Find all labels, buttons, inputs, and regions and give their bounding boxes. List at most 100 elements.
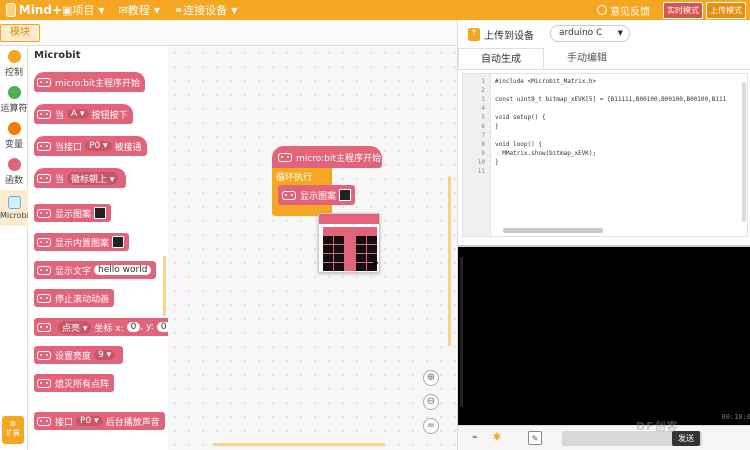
plot-mode-dropdown[interactable]: 点亮 ▾ [58, 320, 92, 334]
led-cell[interactable] [367, 227, 377, 235]
block-label: micro:bit主程序开始 [296, 153, 381, 164]
clear-console-icon[interactable]: ✎ [528, 431, 542, 445]
upload-mode-button[interactable]: 上传模式 [706, 1, 746, 19]
led-cell[interactable] [323, 263, 333, 271]
led-cell[interactable] [345, 245, 355, 253]
led-cell[interactable] [334, 245, 344, 253]
block-show-pattern[interactable]: 显示图案 [34, 204, 112, 222]
led-cell[interactable] [367, 236, 377, 244]
code-vscrollbar[interactable] [742, 82, 746, 222]
star-icon[interactable]: ✱ [490, 431, 504, 445]
upload-icon: ↑ [468, 27, 480, 41]
menu-connect-label: 连接设备 [183, 4, 228, 17]
device-select[interactable]: arduino C ▼ [550, 25, 630, 42]
code-text: #include <Microbit_Matrix.h> [495, 78, 597, 85]
code-editor[interactable]: 1 #include <Microbit_Matrix.h> 2 3 const uin… [462, 73, 748, 237]
device-value: arduino C [559, 28, 603, 38]
led-cell[interactable] [356, 236, 366, 244]
upload-to-device-button[interactable]: ↑ 上传到设备 [468, 24, 534, 44]
extensions-button[interactable]: ⚙ 扩展 [2, 416, 24, 444]
block-play-sound[interactable]: 接口 P0 ▾ 后台播放声音 [34, 412, 165, 430]
block-stop-scroll[interactable]: 停止滚动动画 [34, 289, 115, 307]
line-number: 2 [481, 87, 485, 94]
menu-tutorial[interactable]: ✉ 教程 ▼ [119, 2, 160, 18]
mouse-cursor-icon: ➤ [371, 258, 380, 269]
block-label: 显示图案 [55, 209, 92, 220]
category-variables[interactable]: 变量 [0, 118, 28, 154]
app-logo[interactable]: Mind+ [0, 3, 62, 17]
top-bar: Mind+ ▣ 项目 ▼ ✉ 教程 ▼ ⚭ 连接设备 ▼ 意见反馈 实时模式 上… [0, 0, 750, 20]
pin-dropdown[interactable]: P0 ▾ [85, 141, 112, 151]
led-cell[interactable] [345, 254, 355, 262]
category-microbit[interactable]: Microbit [0, 190, 28, 226]
realtime-mode-button[interactable]: 实时模式 [663, 1, 703, 19]
matrix-thumbnail[interactable] [339, 189, 352, 201]
category-functions[interactable]: 函数 [0, 154, 28, 190]
led-cell[interactable] [334, 227, 344, 235]
matrix-thumbnail[interactable] [112, 236, 125, 248]
tab-auto-generate[interactable]: 自动生成 [458, 48, 544, 69]
block-microbit-main[interactable]: micro:bit主程序开始 [34, 72, 145, 92]
led-cell[interactable] [323, 245, 333, 253]
workspace-hscrollbar[interactable] [213, 443, 385, 446]
button-dropdown[interactable]: A ▾ [67, 109, 89, 119]
tab-module[interactable]: 模块 [0, 24, 40, 42]
led-cell[interactable] [334, 263, 344, 271]
block-on-gesture[interactable]: 当 徽标朝上 ▾ [34, 168, 127, 188]
led-cell[interactable] [367, 245, 377, 253]
tab-manual-edit[interactable]: 手动编辑 [544, 48, 630, 69]
block-show-text[interactable]: 显示文字 hello world [34, 261, 157, 279]
led-cell[interactable] [345, 263, 355, 271]
led-cell[interactable] [345, 227, 355, 235]
block-plot-point[interactable]: 点亮 ▾ 坐标 x: 0 , y: 0 [34, 318, 168, 336]
led-cell[interactable] [323, 227, 333, 235]
palette-scrollbar[interactable] [163, 256, 166, 316]
block-label: 当 [55, 110, 65, 121]
led-cell[interactable] [323, 236, 333, 244]
dropdown-value: P0 [80, 416, 92, 426]
led-cell[interactable] [356, 254, 366, 262]
feedback-link[interactable]: 意见反馈 [597, 3, 650, 18]
block-clear-matrix[interactable]: 熄灭所有点阵 [34, 374, 115, 392]
category-dot-icon [7, 158, 21, 171]
led-cell[interactable] [323, 254, 333, 262]
microbit-icon [37, 265, 51, 275]
block-show-builtin-pattern[interactable]: 显示内置图案 [34, 233, 130, 251]
block-set-brightness[interactable]: 设置亮度 9 ▾ [34, 346, 124, 364]
workspace-vscrollbar[interactable] [448, 176, 451, 346]
serial-console[interactable]: 00:18:0 [458, 245, 750, 425]
category-operators[interactable]: 运算符 [0, 82, 28, 118]
x-field[interactable]: 0 [126, 322, 141, 332]
zoom-out-button[interactable]: ⊖ [423, 394, 439, 410]
module-bar: 模块 [0, 20, 457, 46]
line-number: 6 [481, 123, 485, 130]
zoom-in-button[interactable]: ⊕ [423, 370, 439, 386]
y-field[interactable]: 0 [156, 322, 168, 332]
pin-dropdown[interactable]: P0 ▾ [76, 416, 103, 426]
led-cell[interactable] [334, 236, 344, 244]
menu-connect-device[interactable]: ⚭ 连接设备 ▼ [174, 2, 237, 18]
block-label: micro:bit主程序开始 [55, 78, 140, 89]
matrix-thumbnail[interactable] [94, 207, 107, 219]
microbit-icon [37, 77, 51, 87]
usb-icon[interactable]: ⌁ [468, 431, 482, 445]
led-cell[interactable] [356, 245, 366, 253]
menu-project[interactable]: ▣ 项目 ▼ [62, 2, 105, 18]
code-hscrollbar[interactable] [503, 228, 603, 233]
led-cell[interactable] [345, 236, 355, 244]
link-icon: ⚭ [173, 3, 184, 17]
block-on-pin-connected[interactable]: 当接口 P0 ▾ 被接通 [34, 136, 147, 156]
code-workspace[interactable]: 循环执行 micro:bit主程序开始 显示图案 ➤ ⊕ ⊖ = [168, 46, 457, 450]
text-field[interactable]: hello world [94, 265, 152, 275]
gesture-dropdown[interactable]: 徽标朝上 ▾ [67, 171, 119, 185]
block-on-button-pressed[interactable]: 当 A ▾ 按钮按下 [34, 104, 133, 124]
led-cell[interactable] [356, 263, 366, 271]
zoom-reset-button[interactable]: = [423, 418, 439, 434]
console-scrollbar[interactable] [460, 257, 463, 407]
led-cell[interactable] [334, 254, 344, 262]
show-pattern-block[interactable]: 显示图案 [278, 185, 356, 205]
main-program-block[interactable]: micro:bit主程序开始 [272, 146, 382, 168]
category-control[interactable]: 控制 [0, 46, 28, 82]
brightness-dropdown[interactable]: 9 ▾ [94, 350, 116, 360]
led-cell[interactable] [356, 227, 366, 235]
